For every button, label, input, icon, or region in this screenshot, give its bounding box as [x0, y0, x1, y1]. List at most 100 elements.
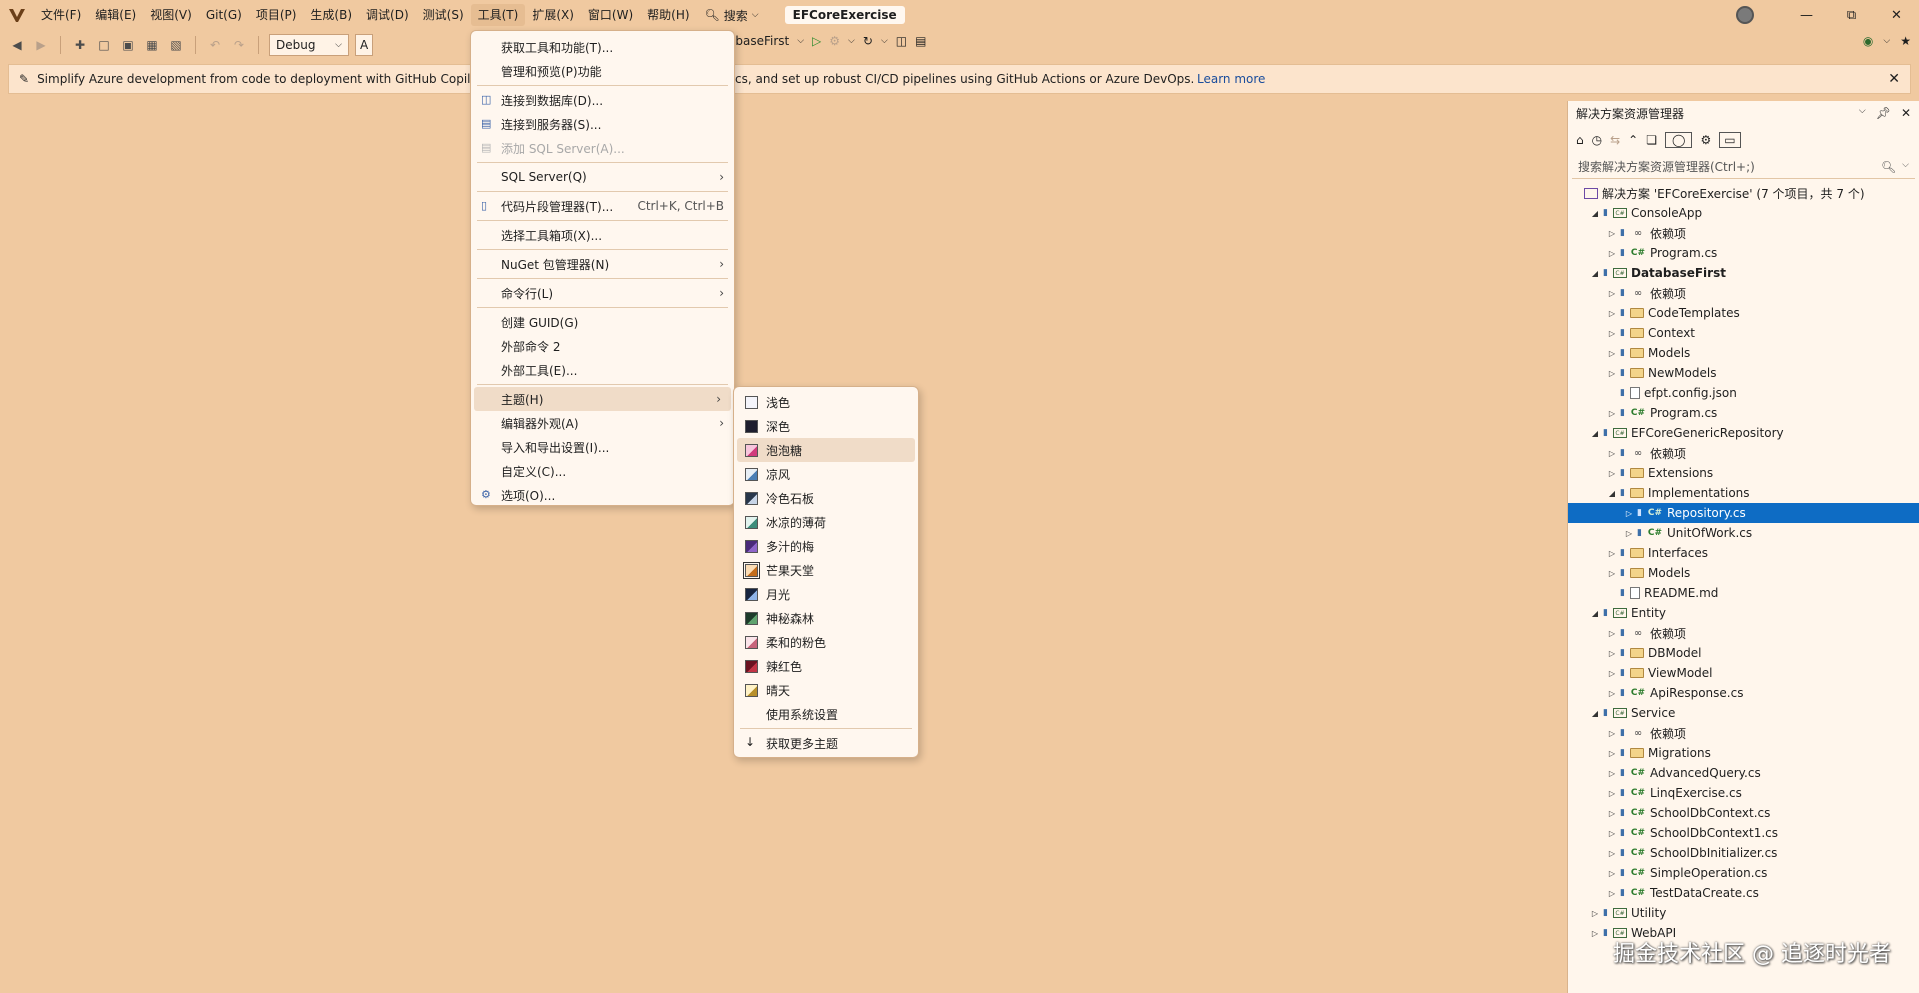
expanded-arrow-icon[interactable]: ◢	[1606, 489, 1618, 498]
collapsed-arrow-icon[interactable]: ▷	[1606, 869, 1618, 878]
properties-icon[interactable]: ⚙	[1700, 133, 1711, 147]
tree-item[interactable]: ◢ ▮ C# Service	[1568, 703, 1919, 723]
avatar[interactable]	[1736, 6, 1754, 24]
collapsed-arrow-icon[interactable]: ▷	[1606, 729, 1618, 738]
start-without-debugging-icon[interactable]: ▷	[812, 34, 821, 48]
tree-item[interactable]: ▷ ▮ ∞ 依赖项	[1568, 283, 1919, 303]
copy-icon[interactable]: ❏	[1646, 133, 1657, 147]
tree-item[interactable]: ▷ ▮ C# Utility	[1568, 903, 1919, 923]
tree-item[interactable]: ▷ ▮ DBModel	[1568, 643, 1919, 663]
navigate-forward-icon[interactable]: ▶	[32, 36, 50, 54]
collapsed-arrow-icon[interactable]: ▷	[1589, 929, 1601, 938]
expanded-arrow-icon[interactable]: ◢	[1589, 269, 1601, 278]
tree-item[interactable]: ▷ ▮ C# Program.cs	[1568, 243, 1919, 263]
history-icon[interactable]: ◷	[1592, 133, 1602, 147]
collapsed-arrow-icon[interactable]: ▷	[1606, 629, 1618, 638]
search-menu[interactable]: 🔍︎ 搜索 ⌵	[697, 7, 767, 24]
collapsed-arrow-icon[interactable]: ▷	[1606, 469, 1618, 478]
expanded-arrow-icon[interactable]: ◢	[1589, 609, 1601, 618]
refresh-icon[interactable]: ↻	[863, 34, 873, 48]
tree-item[interactable]: ▷ ▮ Interfaces	[1568, 543, 1919, 563]
theme-option[interactable]: 晴天	[734, 678, 918, 702]
tools-menu-item[interactable]: 导入和导出设置(I)...	[471, 435, 734, 459]
tree-item[interactable]: ▷ ▮ C# SimpleOperation.cs	[1568, 863, 1919, 883]
menu-item[interactable]: 生成(B)	[303, 4, 359, 26]
collapsed-arrow-icon[interactable]: ▷	[1606, 669, 1618, 678]
collapsed-arrow-icon[interactable]: ▷	[1623, 509, 1635, 518]
tree-item[interactable]: ▷ ▮ ∞ 依赖项	[1568, 443, 1919, 463]
tree-item[interactable]: ▷ ▮ C# LinqExercise.cs	[1568, 783, 1919, 803]
visual-studio-logo-icon[interactable]	[0, 0, 34, 30]
menu-item[interactable]: 文件(F)	[34, 4, 88, 26]
close-button[interactable]: ✕	[1874, 8, 1919, 23]
undo-icon[interactable]: ↶	[206, 36, 224, 54]
theme-option[interactable]: 凉风	[734, 462, 918, 486]
collapsed-arrow-icon[interactable]: ▷	[1606, 229, 1618, 238]
chevron-down-icon[interactable]: ⌵	[1859, 106, 1866, 120]
tree-item[interactable]: ◢ ▮ C# EFCoreGenericRepository	[1568, 423, 1919, 443]
minimize-button[interactable]: —	[1784, 8, 1829, 23]
tree-item[interactable]: ▷ ▮ NewModels	[1568, 363, 1919, 383]
tree-item[interactable]: ◢ ▮ C# DatabaseFirst	[1568, 263, 1919, 283]
collapsed-arrow-icon[interactable]: ▷	[1606, 889, 1618, 898]
tree-item[interactable]: ▷ ▮ ∞ 依赖项	[1568, 623, 1919, 643]
tree-item[interactable]: ▷ ▮ Models	[1568, 563, 1919, 583]
tools-menu-item[interactable]: ▤ 连接到服务器(S)...	[471, 112, 734, 136]
find-in-files-icon[interactable]: ◫	[896, 34, 907, 48]
expanded-arrow-icon[interactable]: ◢	[1589, 709, 1601, 718]
save-all-icon[interactable]: ▧	[167, 36, 185, 54]
startup-project-value[interactable]: abaseFirst	[728, 34, 789, 48]
chevron-down-icon[interactable]: ⌵	[1902, 160, 1909, 174]
collapsed-arrow-icon[interactable]: ▷	[1606, 249, 1618, 258]
learn-more-link[interactable]: Learn more	[1197, 72, 1265, 86]
redo-icon[interactable]: ↷	[230, 36, 248, 54]
tree-item[interactable]: ◢ ▮ Implementations	[1568, 483, 1919, 503]
tools-menu-item[interactable]: 外部工具(E)...	[471, 358, 734, 382]
tree-item[interactable]: ◢ ▮ C# Entity	[1568, 603, 1919, 623]
tree-item[interactable]: ▮ efpt.config.json	[1568, 383, 1919, 403]
tree-item[interactable]: ▷ ▮ C# TestDataCreate.cs	[1568, 883, 1919, 903]
collapsed-arrow-icon[interactable]: ▷	[1606, 829, 1618, 838]
theme-option[interactable]: 柔和的粉色	[734, 630, 918, 654]
collapsed-arrow-icon[interactable]: ▷	[1606, 549, 1618, 558]
collapsed-arrow-icon[interactable]: ▷	[1606, 329, 1618, 338]
solution-platform-dropdown[interactable]: A	[355, 34, 373, 56]
get-more-themes-item[interactable]: ↓ 获取更多主题	[734, 731, 918, 755]
live-share-icon[interactable]: ▤	[915, 34, 926, 48]
expanded-arrow-icon[interactable]: ◢	[1589, 429, 1601, 438]
solution-configuration-dropdown[interactable]: Debug ⌵	[269, 34, 349, 56]
tools-menu-item[interactable]: SQL Server(Q) ›	[471, 165, 734, 189]
attach-icon[interactable]: ⚙	[829, 34, 840, 48]
tree-item[interactable]: ▷ ▮ C# Repository.cs	[1568, 503, 1919, 523]
collapse-all-icon[interactable]: ⌃	[1628, 133, 1638, 147]
tools-menu-item[interactable]: ▯ 代码片段管理器(T)... Ctrl+K, Ctrl+B	[471, 194, 734, 218]
collapsed-arrow-icon[interactable]: ▷	[1589, 909, 1601, 918]
menu-item[interactable]: 调试(D)	[359, 4, 416, 26]
tree-item[interactable]: ▷ ▮ C# Program.cs	[1568, 403, 1919, 423]
theme-option[interactable]: 使用系统设置	[734, 702, 918, 726]
collapsed-arrow-icon[interactable]: ▷	[1606, 789, 1618, 798]
menu-item[interactable]: 窗口(W)	[581, 4, 640, 26]
tree-item[interactable]: ▷ ▮ ∞ 依赖项	[1568, 723, 1919, 743]
tree-item[interactable]: ▷ ▮ CodeTemplates	[1568, 303, 1919, 323]
tools-menu-item[interactable]: 自定义(C)...	[471, 459, 734, 483]
theme-option[interactable]: 冷色石板	[734, 486, 918, 510]
preview-icon[interactable]: ▭	[1719, 132, 1741, 148]
collapsed-arrow-icon[interactable]: ▷	[1606, 449, 1618, 458]
collapsed-arrow-icon[interactable]: ▷	[1606, 649, 1618, 658]
menu-item[interactable]: 工具(T)	[470, 4, 526, 26]
collapsed-arrow-icon[interactable]: ▷	[1606, 309, 1618, 318]
theme-option[interactable]: 冰凉的薄荷	[734, 510, 918, 534]
new-project-icon[interactable]: ✚	[71, 36, 89, 54]
tree-item[interactable]: ▷ ▮ C# ApiResponse.cs	[1568, 683, 1919, 703]
tools-menu-item[interactable]: 管理和预览(P)功能	[471, 59, 734, 83]
tree-item[interactable]: ▷ ▮ C# SchoolDbContext.cs	[1568, 803, 1919, 823]
tools-menu-item[interactable]: 选择工具箱项(X)...	[471, 223, 734, 247]
tree-item[interactable]: ▷ ▮ C# UnitOfWork.cs	[1568, 523, 1919, 543]
pin-icon[interactable]: 📌︎	[1876, 106, 1891, 120]
collapsed-arrow-icon[interactable]: ▷	[1606, 689, 1618, 698]
solution-explorer-search-input[interactable]: 搜索解决方案资源管理器(Ctrl+;) 🔍︎ ⌵	[1572, 155, 1915, 179]
collapsed-arrow-icon[interactable]: ▷	[1606, 349, 1618, 358]
tree-item[interactable]: ▷ ▮ C# SchoolDbContext1.cs	[1568, 823, 1919, 843]
collapsed-arrow-icon[interactable]: ▷	[1606, 369, 1618, 378]
